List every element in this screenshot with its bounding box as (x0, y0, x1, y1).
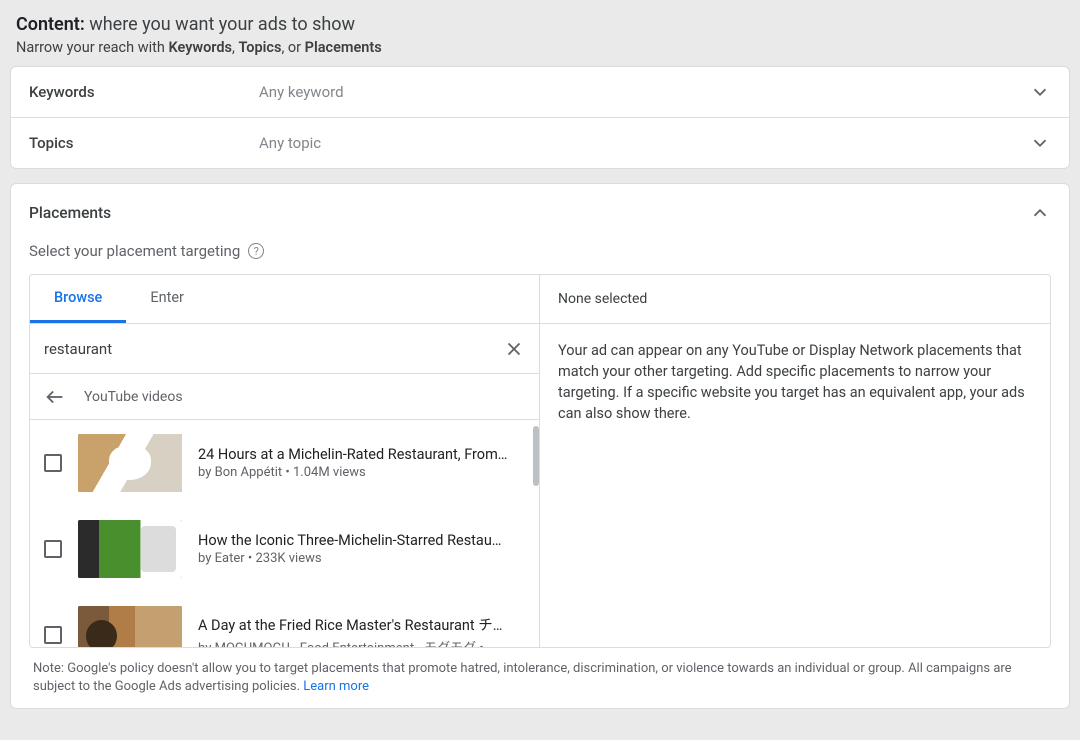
video-byline: by Bon Appétit • 1.04M views (198, 465, 525, 480)
clear-icon[interactable] (503, 338, 525, 360)
chevron-down-icon (1029, 132, 1051, 154)
video-list[interactable]: 24 Hours at a Michelin-Rated Restaurant,… (30, 420, 539, 647)
category-row: YouTube videos (30, 374, 539, 420)
placements-right: None selected Your ad can appear on any … (540, 275, 1050, 647)
placements-tabs: Browse Enter (30, 275, 539, 324)
video-title: A Day at the Fried Rice Master's Restaur… (198, 614, 525, 635)
selection-info: Your ad can appear on any YouTube or Dis… (540, 324, 1050, 440)
list-item: 24 Hours at a Michelin-Rated Restaurant,… (30, 420, 539, 506)
content-title-bold: Content: (16, 14, 85, 35)
video-byline: by Eater • 233K views (198, 551, 525, 566)
content-title: Content: where you want your ads to show (16, 14, 1064, 35)
policy-note: Note: Google's policy doesn't allow you … (29, 648, 1051, 696)
video-title: 24 Hours at a Michelin-Rated Restaurant,… (198, 446, 525, 463)
video-byline: by MOGUMOGU - Food Entertainment - モグモグ … (198, 637, 525, 647)
back-arrow-icon[interactable] (44, 386, 66, 408)
placements-subtitle: Select your placement targeting ? (29, 242, 1051, 260)
placements-title: Placements (29, 204, 111, 222)
list-item: A Day at the Fried Rice Master's Restaur… (30, 592, 539, 647)
placements-panel: Browse Enter YouTube videos (29, 274, 1051, 648)
placements-left: Browse Enter YouTube videos (30, 275, 540, 647)
content-title-rest: where you want your ads to show (85, 14, 355, 35)
help-icon[interactable]: ? (248, 243, 264, 259)
keywords-value: Any keyword (259, 83, 1029, 101)
video-title: How the Iconic Three-Michelin-Starred Re… (198, 532, 525, 549)
tab-enter[interactable]: Enter (126, 275, 208, 323)
keywords-card: Keywords Any keyword Topics Any topic (10, 66, 1070, 169)
search-input[interactable] (44, 340, 503, 358)
checkbox[interactable] (44, 540, 62, 558)
search-row (30, 324, 539, 374)
checkbox[interactable] (44, 626, 62, 644)
video-thumbnail[interactable] (78, 434, 182, 492)
list-item: How the Iconic Three-Michelin-Starred Re… (30, 506, 539, 592)
chevron-down-icon (1029, 81, 1051, 103)
keywords-row[interactable]: Keywords Any keyword (11, 67, 1069, 117)
category-label: YouTube videos (84, 389, 183, 405)
selection-status: None selected (540, 275, 1050, 324)
tab-browse[interactable]: Browse (30, 275, 126, 323)
chevron-up-icon[interactable] (1029, 202, 1051, 224)
topics-label: Topics (29, 134, 259, 152)
video-thumbnail[interactable] (78, 520, 182, 578)
placements-card: Placements Select your placement targeti… (10, 183, 1070, 709)
content-subtitle: Narrow your reach with Keywords, Topics,… (16, 39, 1064, 56)
keywords-label: Keywords (29, 83, 259, 101)
checkbox[interactable] (44, 454, 62, 472)
topics-value: Any topic (259, 134, 1029, 152)
learn-more-link[interactable]: Learn more (303, 679, 369, 694)
content-header: Content: where you want your ads to show… (10, 10, 1070, 66)
topics-row[interactable]: Topics Any topic (11, 118, 1069, 168)
video-thumbnail[interactable] (78, 606, 182, 647)
